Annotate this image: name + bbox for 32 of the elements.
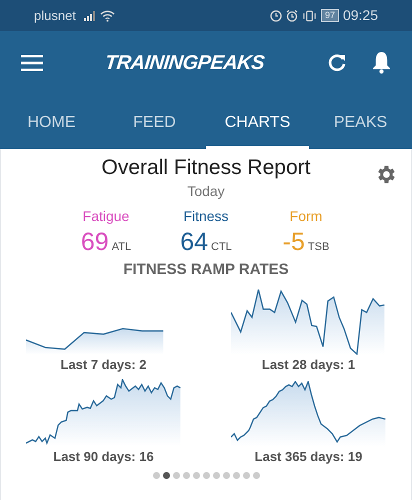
metric-label: Form <box>290 207 322 226</box>
metric-unit: TSB <box>308 240 330 256</box>
report-title: Overall Fitness Report <box>102 155 310 181</box>
metric-value: 64 <box>180 227 208 258</box>
tab[interactable]: PEAKS <box>309 94 412 149</box>
tab[interactable]: CHARTS <box>206 94 309 149</box>
battery-indicator: 97 <box>320 9 339 22</box>
metric-value: -5 <box>282 227 305 258</box>
ramp-rate-label: Last 90 days: 16 <box>53 448 154 466</box>
clock-time: 09:25 <box>342 6 378 25</box>
metric-label: Fitness <box>183 207 229 226</box>
alarm-icon <box>286 10 298 22</box>
ramp-rate-label: Last 28 days: 1 <box>262 356 356 374</box>
app-logo: TRAININGPEAKS <box>104 50 266 76</box>
metric-label: Fatigue <box>82 207 130 226</box>
tab[interactable]: FEED <box>103 94 206 149</box>
clock-icon <box>270 10 282 22</box>
metric-unit: ATL <box>112 240 132 256</box>
section-title: FITNESS RAMP RATES <box>123 260 289 280</box>
ramp-rate-label: Last 365 days: 19 <box>254 448 362 466</box>
vibrate-icon <box>302 10 317 22</box>
notification-bell-icon[interactable] <box>372 51 391 74</box>
report-date: Today <box>187 182 225 202</box>
metric-unit: CTL <box>211 240 232 256</box>
menu-icon[interactable] <box>21 54 43 70</box>
metric-value: 69 <box>80 227 109 258</box>
carrier-name: plusnet <box>34 6 76 25</box>
refresh-icon[interactable] <box>327 52 347 72</box>
signal-icon <box>84 10 96 20</box>
wifi-icon <box>100 10 115 22</box>
ramp-rate-label: Last 7 days: 2 <box>60 356 146 374</box>
tab[interactable]: HOME <box>0 94 103 149</box>
